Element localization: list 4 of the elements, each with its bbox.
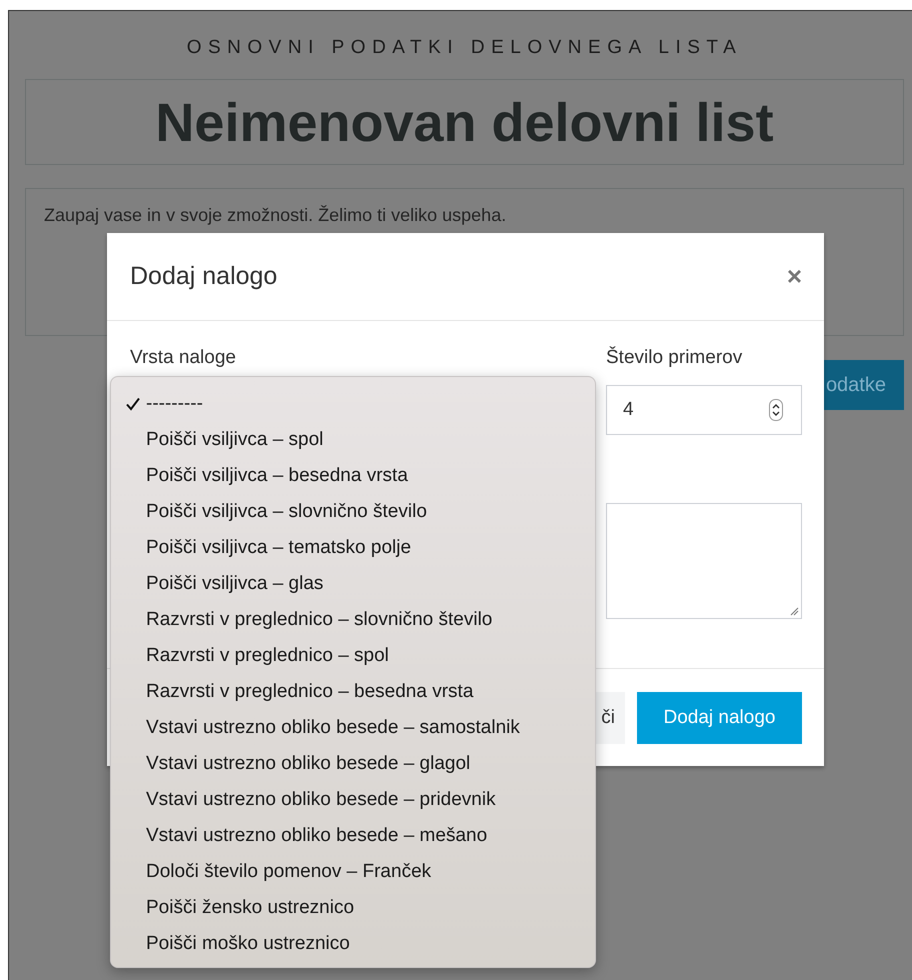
field-label: Vrsta naloge <box>130 347 236 368</box>
page-heading: OSNOVNI PODATKI DELOVNEGA LISTA <box>186 37 744 60</box>
dialog-title: Dodaj nalogo <box>130 262 278 291</box>
field-label: Število primerov <box>606 347 744 369</box>
